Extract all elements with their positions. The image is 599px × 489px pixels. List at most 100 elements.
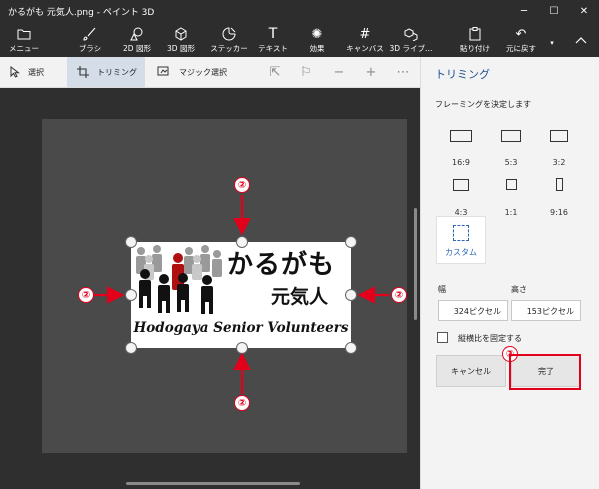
crop-handle-bottom-left[interactable] — [125, 342, 137, 354]
undo-label: 元に戻す — [506, 44, 536, 53]
shapes2d-label: 2D 図形 — [123, 44, 151, 53]
sticker-icon — [222, 26, 236, 42]
crop-handle-left[interactable] — [125, 289, 137, 301]
minimize-icon: ─ — [520, 6, 528, 17]
magic-select-icon — [157, 66, 171, 78]
crop-handle-top[interactable] — [236, 236, 248, 248]
library3d-label: 3D ライブ… — [389, 44, 433, 53]
text-button[interactable]: T テキスト — [256, 23, 290, 57]
brushes-button[interactable]: ブラシ — [75, 23, 105, 57]
ratio-16-9-icon — [450, 130, 472, 142]
folder-icon — [17, 26, 31, 42]
custom-crop-icon — [453, 225, 469, 241]
ratio-option-16-9[interactable]: 16:9 — [438, 125, 484, 167]
done-highlight-box — [509, 354, 581, 390]
library-3d-icon — [404, 26, 418, 42]
step-2-marker-bottom: ② — [234, 395, 250, 411]
crop-tool[interactable]: トリミング — [67, 57, 145, 87]
title-bar: かるがも 元気人.png - ペイント 3D ─ ☐ ✕ — [0, 0, 599, 23]
panel-subtitle: フレーミングを決定します — [435, 100, 531, 109]
crop-handle-bottom-right[interactable] — [345, 342, 357, 354]
stickers-label: ステッカー — [210, 44, 248, 53]
height-label: 高さ — [511, 285, 527, 294]
menu-label: メニュー — [9, 44, 39, 53]
magic-select-label: マジック選択 — [179, 67, 227, 77]
ratio-option-9-16[interactable]: 9:16 — [536, 175, 582, 217]
undo-button[interactable]: ↶ 元に戻す — [502, 23, 540, 57]
width-field[interactable]: 324ピクセル — [438, 300, 508, 321]
dropdown-caret-icon: ▾ — [550, 39, 554, 47]
library3d-button[interactable]: 3D ライブ… — [388, 23, 434, 57]
text-label: テキスト — [258, 44, 288, 53]
select-tool[interactable]: 選択 — [10, 57, 62, 87]
shapes-2d-icon — [129, 26, 145, 42]
lock-ratio-label: 縦横比を固定する — [458, 334, 522, 343]
shapes3d-button[interactable]: 3D 図形 — [161, 23, 201, 57]
text-icon: T — [268, 26, 278, 42]
ratio-label: 16:9 — [452, 158, 470, 167]
ratio-label: 3:2 — [552, 158, 566, 167]
maximize-button[interactable]: ☐ — [539, 0, 569, 23]
ratio-label: 5:3 — [504, 158, 518, 167]
canvas-label: キャンバス — [346, 44, 384, 53]
zoom-out-icon[interactable]: − — [331, 64, 347, 80]
chevron-up-icon — [575, 32, 587, 48]
ratio-option-1-1[interactable]: 1:1 — [488, 175, 534, 217]
undo-history-dropdown[interactable]: ▾ — [545, 23, 559, 57]
panel-title: トリミング — [435, 68, 490, 81]
close-button[interactable]: ✕ — [569, 0, 599, 23]
crop-icon — [77, 66, 89, 78]
crop-handle-right[interactable] — [345, 289, 357, 301]
ratio-option-3-2[interactable]: 3:2 — [536, 125, 582, 167]
ratio-9-16-icon — [555, 178, 563, 191]
ratio-label: 9:16 — [550, 208, 568, 217]
lock-ratio-checkbox[interactable] — [437, 332, 448, 343]
undo-icon: ↶ — [515, 26, 527, 42]
brushes-label: ブラシ — [78, 44, 102, 53]
window-title: かるがも 元気人.png - ペイント 3D — [8, 8, 155, 18]
ratio-1-1-icon — [505, 179, 517, 190]
ribbon: メニュー ブラシ 2D 図形 3D 図形 ステッカー T テキスト ✺ 効果 #… — [0, 23, 599, 57]
minimize-button[interactable]: ─ — [509, 0, 539, 23]
crop-handle-top-left[interactable] — [125, 236, 137, 248]
horizontal-scrollbar[interactable] — [126, 482, 300, 485]
collapse-ribbon-button[interactable] — [568, 23, 594, 57]
maximize-icon: ☐ — [549, 6, 559, 17]
step-2-marker-top: ② — [234, 177, 250, 193]
crop-frame[interactable] — [131, 242, 351, 348]
ratio-label: 1:1 — [504, 208, 518, 217]
pointer-tool-icon[interactable]: ⇱ — [267, 64, 283, 80]
flag-icon[interactable]: ⚐ — [298, 64, 314, 80]
app-header: かるがも 元気人.png - ペイント 3D ─ ☐ ✕ メニュー ブラシ 2D… — [0, 0, 599, 57]
ratio-option-5-3[interactable]: 5:3 — [488, 125, 534, 167]
canvas-grid-icon: # — [359, 26, 371, 42]
paste-label: 貼り付け — [460, 44, 490, 53]
zoom-in-icon[interactable]: + — [363, 64, 379, 80]
clipboard-icon — [469, 26, 481, 42]
shapes2d-button[interactable]: 2D 図形 — [117, 23, 157, 57]
effects-label: 効果 — [309, 44, 325, 53]
canvas-button[interactable]: # キャンバス — [343, 23, 387, 57]
crop-handle-top-right[interactable] — [345, 236, 357, 248]
ratio-option-custom[interactable]: カスタム — [436, 216, 486, 264]
ratio-option-4-3[interactable]: 4:3 — [438, 175, 484, 217]
stickers-button[interactable]: ステッカー — [206, 23, 252, 57]
ratio-3-2-icon — [550, 130, 568, 142]
effects-button[interactable]: ✺ 効果 — [302, 23, 332, 57]
ratio-5-3-icon — [501, 130, 521, 142]
step-2-marker-left: ② — [78, 287, 94, 303]
cube-icon — [174, 26, 188, 42]
vertical-scrollbar[interactable] — [414, 208, 417, 320]
height-field[interactable]: 153ピクセル — [511, 300, 581, 321]
cancel-button[interactable]: キャンセル — [436, 355, 506, 387]
magic-select-tool[interactable]: マジック選択 — [157, 57, 257, 87]
close-icon: ✕ — [579, 6, 589, 17]
crop-label: トリミング — [97, 67, 137, 77]
crop-handle-bottom[interactable] — [236, 342, 248, 354]
more-options-icon[interactable]: ⋯ — [395, 64, 411, 80]
menu-button[interactable]: メニュー — [6, 23, 42, 57]
sun-icon: ✺ — [311, 26, 323, 42]
paste-button[interactable]: 貼り付け — [457, 23, 493, 57]
shapes3d-label: 3D 図形 — [167, 44, 195, 53]
custom-label: カスタム — [445, 248, 477, 257]
